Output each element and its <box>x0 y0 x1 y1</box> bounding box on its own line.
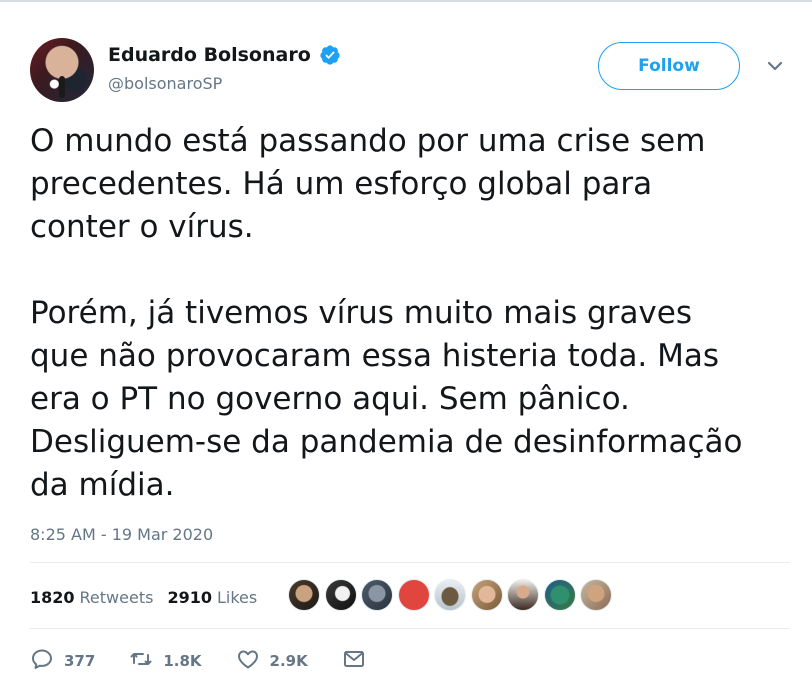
liker-avatar[interactable] <box>288 579 320 611</box>
follow-button[interactable]: Follow <box>598 42 740 90</box>
name-row: Eduardo Bolsonaro <box>108 44 341 66</box>
retweet-icon <box>129 647 153 675</box>
retweets-stat-count: 1820 <box>30 587 75 607</box>
likes-stat-label: Likes <box>216 587 258 607</box>
user-name[interactable]: Eduardo Bolsonaro <box>108 44 311 66</box>
retweet-button[interactable]: 1.8K <box>129 647 202 675</box>
avatar-microphone <box>59 76 65 98</box>
like-icon <box>236 647 260 675</box>
liker-avatar[interactable] <box>543 579 576 611</box>
user-handle[interactable]: @bolsonaroSP <box>108 74 222 93</box>
tweet-text: O mundo está passando por uma crise sem … <box>30 120 800 507</box>
liker-avatar[interactable] <box>361 579 393 611</box>
tweet-timestamp[interactable]: 8:25 AM - 19 Mar 2020 <box>30 525 213 544</box>
divider-top <box>30 562 790 563</box>
likes-stat-count: 2910 <box>167 587 212 607</box>
liker-avatars <box>288 579 617 613</box>
message-button[interactable] <box>342 647 366 675</box>
avatar[interactable] <box>30 38 94 102</box>
liker-avatar[interactable] <box>324 579 357 611</box>
liker-avatar[interactable] <box>580 579 612 611</box>
retweets-stat-label: Retweets <box>79 587 154 607</box>
retweets-stat[interactable]: 1820 Retweets <box>30 588 153 607</box>
liker-avatar[interactable] <box>397 579 430 611</box>
liker-avatar[interactable] <box>507 579 539 611</box>
tweet-paragraph-1: O mundo está passando por uma crise sem … <box>30 123 706 245</box>
divider-bottom <box>30 628 790 629</box>
message-icon <box>342 647 366 675</box>
reply-icon <box>30 647 54 675</box>
like-button[interactable]: 2.9K <box>236 647 308 675</box>
like-count: 2.9K <box>269 652 308 670</box>
tweet-paragraph-2: Porém, já tivemos vírus muito mais grave… <box>30 295 743 503</box>
reply-button[interactable]: 377 <box>30 647 95 675</box>
verified-icon <box>319 44 341 66</box>
tweet-actions: 377 1.8K 2.9K <box>30 646 400 676</box>
liker-avatar[interactable] <box>434 579 466 611</box>
engagement-stats: 1820 Retweets 2910 Likes <box>30 582 271 612</box>
tweet-header: Eduardo Bolsonaro @bolsonaroSP Follow <box>30 38 790 104</box>
chevron-down-icon[interactable] <box>765 56 785 76</box>
reply-count: 377 <box>64 652 96 670</box>
liker-avatar[interactable] <box>470 579 503 611</box>
top-border <box>0 0 812 2</box>
retweet-count: 1.8K <box>163 652 202 670</box>
likes-stat[interactable]: 2910 Likes <box>167 588 257 607</box>
